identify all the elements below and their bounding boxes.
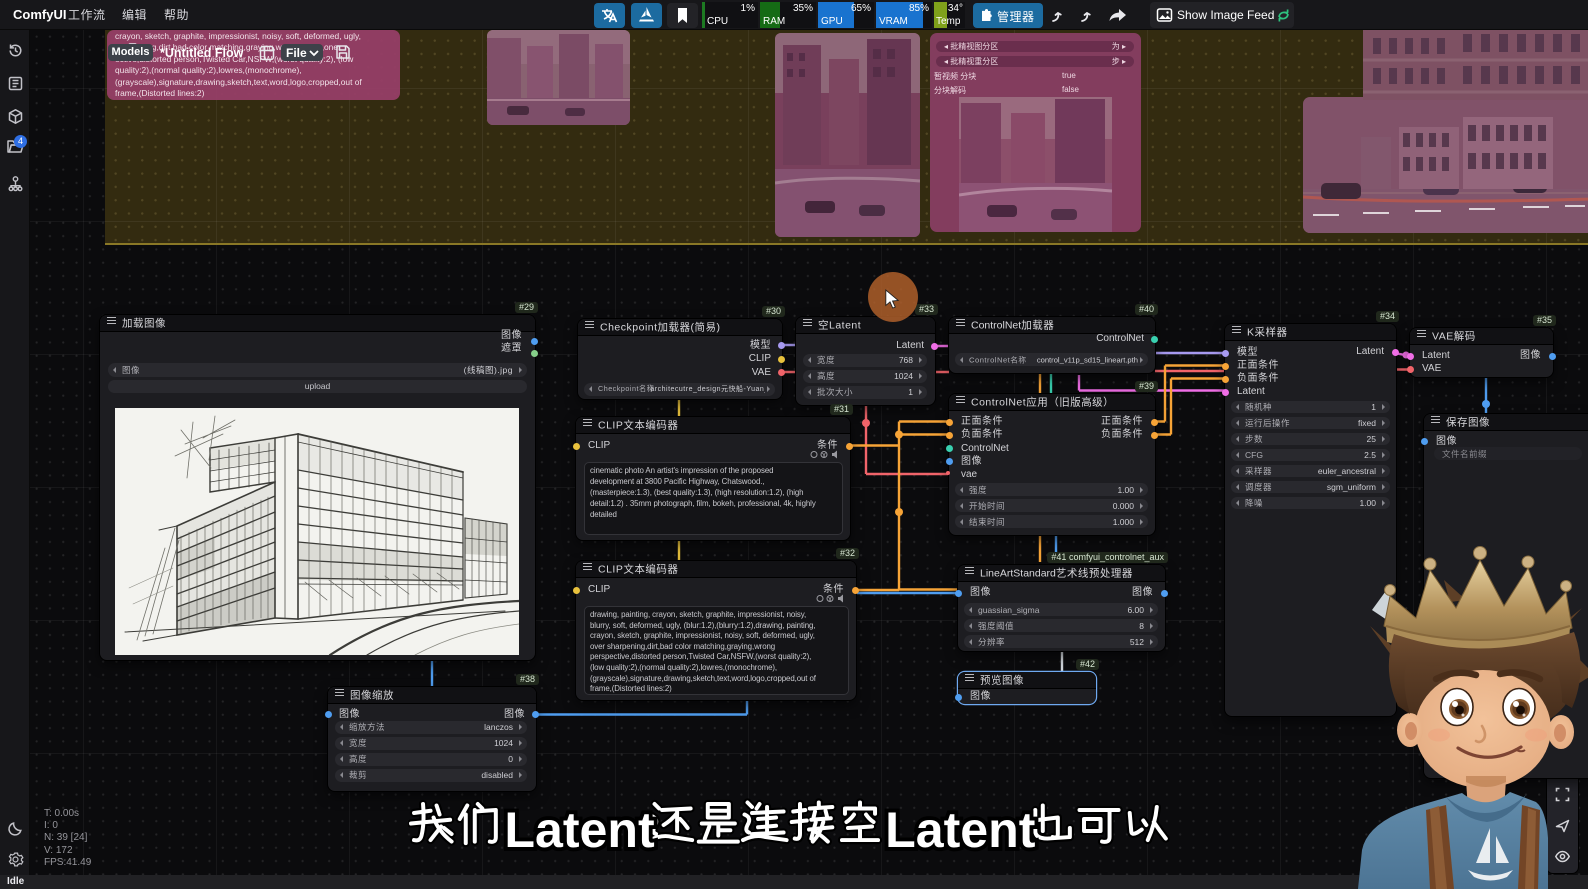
svg-text:Latent: Latent (504, 802, 655, 858)
svg-text:Latent: Latent (885, 802, 1036, 858)
